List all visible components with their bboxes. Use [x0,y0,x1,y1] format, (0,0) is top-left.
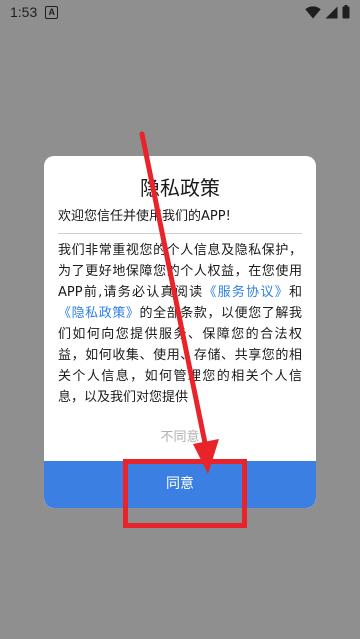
agree-button[interactable]: 同意 [44,461,316,508]
welcome-text: 欢迎您信任并使用我们的APP! [58,209,231,224]
privacy-policy-link[interactable]: 《隐私政策》 [58,306,140,321]
cellular-signal-icon [325,6,338,18]
battery-icon [342,5,350,19]
wifi-icon [305,5,321,18]
policy-body-text: 我们非常重视您的个人信息及隐私保护，为了更好地保障您的个人权益，在您使用APP前… [58,240,302,408]
dialog-title: 隐私政策 [140,176,220,200]
disagree-button[interactable]: 不同意 [44,426,316,450]
status-left: 1:53 A [10,4,59,20]
status-right [305,5,350,19]
policy-text-part-2: 和 [288,285,302,300]
privacy-dialog: 隐私政策 欢迎您信任并使用我们的APP! 我们非常重视您的个人信息及隐私保护，为… [44,156,316,508]
service-agreement-link[interactable]: 《服务协议》 [203,285,289,300]
status-bar: 1:53 A [0,0,360,24]
status-time: 1:53 [10,4,38,20]
divider [58,233,302,234]
notification-a-icon: A [45,5,59,19]
